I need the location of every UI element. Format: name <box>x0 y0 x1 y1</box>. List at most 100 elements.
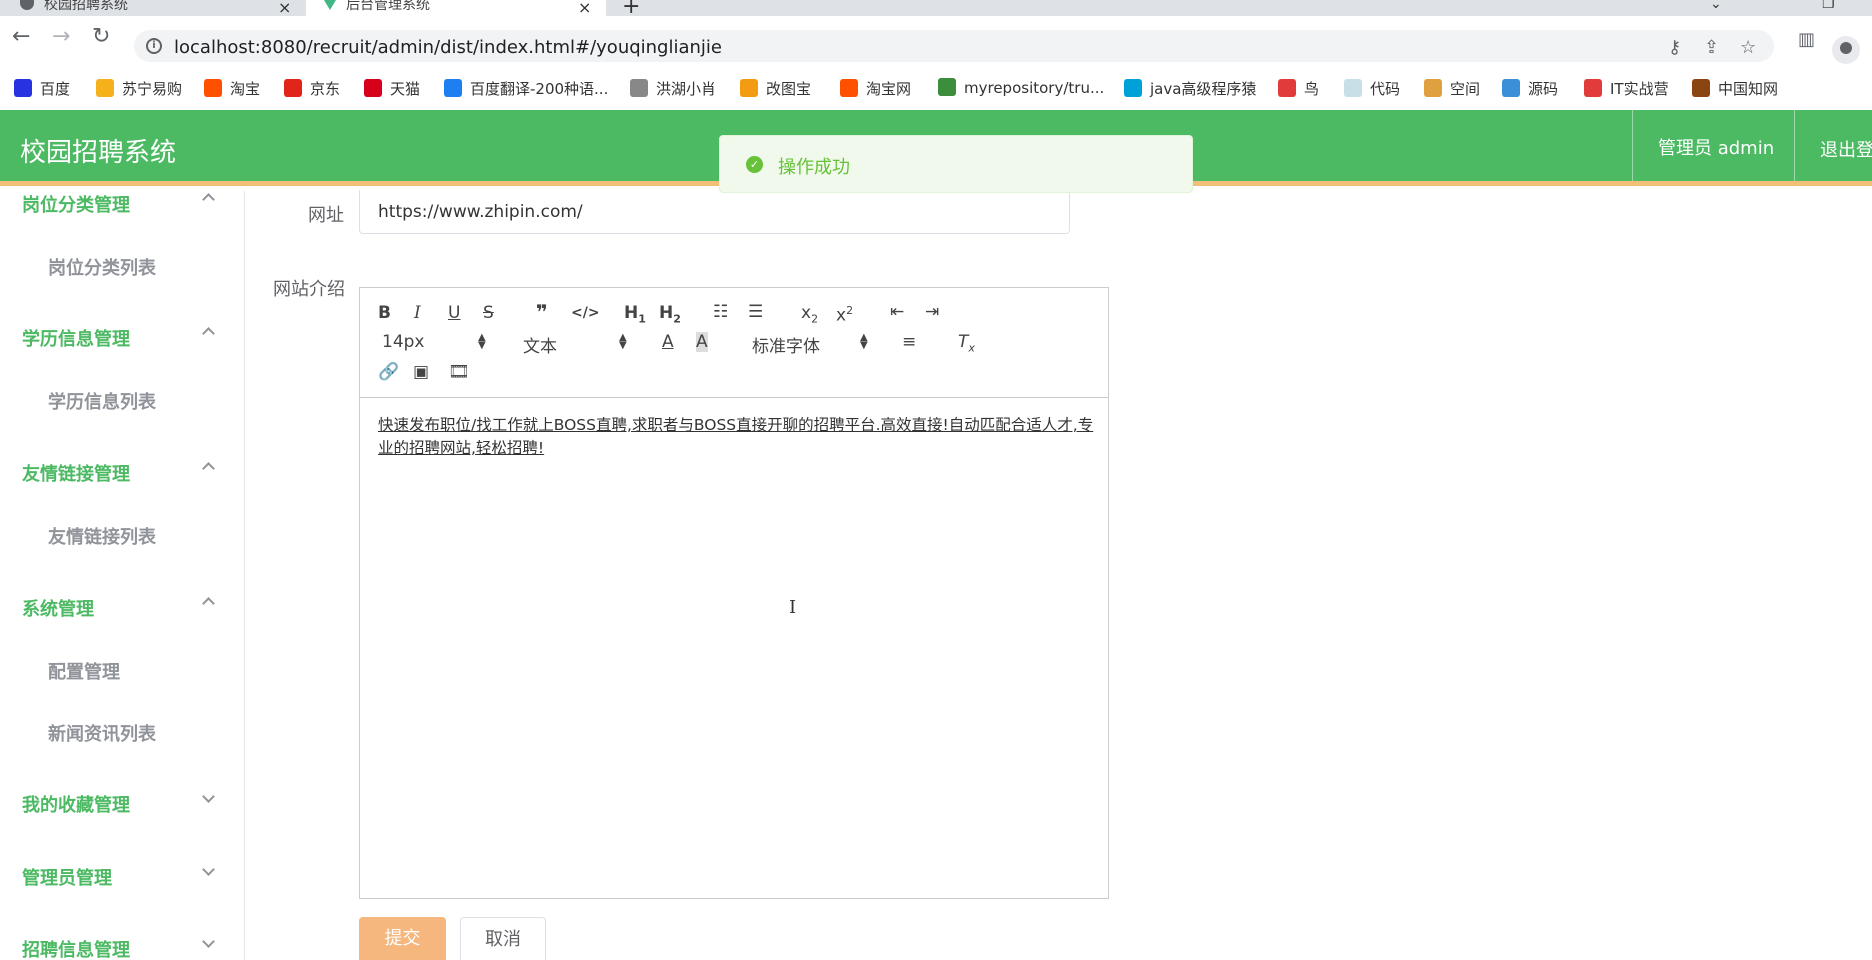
browser-tab-active[interactable]: 后台管理系统 <box>306 0 606 16</box>
code-block-icon[interactable]: </> <box>571 303 600 323</box>
bookmark-favicon-icon <box>1124 79 1142 97</box>
italic-icon[interactable]: I <box>414 303 421 323</box>
subscript-icon[interactable]: x2 <box>801 303 818 329</box>
chevron-up-icon[interactable] <box>202 193 215 206</box>
bookmark-label: 鸟 <box>1304 80 1320 98</box>
menu-item-config[interactable]: 配置管理 <box>48 658 120 684</box>
url-label: 网址 <box>308 205 344 226</box>
bookmark-item[interactable]: 代码 <box>1344 78 1400 99</box>
url-input[interactable]: https://www.zhipin.com/ <box>359 190 1070 234</box>
chevron-up-icon[interactable] <box>202 327 215 340</box>
indent-icon[interactable]: ⇥ <box>925 302 939 322</box>
bookmark-item[interactable]: 改图宝 <box>740 78 811 99</box>
select-arrows-icon: ▲ ▼ <box>478 332 486 351</box>
bookmark-label: 淘宝网 <box>866 80 912 98</box>
menu-group-friend-links[interactable]: 友情链接管理 <box>22 460 130 486</box>
reload-icon[interactable]: ↻ <box>92 26 110 48</box>
profile-avatar[interactable] <box>1832 36 1860 64</box>
font-color-icon[interactable]: A <box>662 332 674 352</box>
background-color-icon[interactable]: A <box>696 332 708 352</box>
bookmark-favicon-icon <box>364 79 382 97</box>
bookmark-item[interactable]: 苏宁易购 <box>96 78 182 99</box>
restore-window-icon[interactable]: ❐ <box>1822 0 1835 12</box>
bookmark-item[interactable]: java高级程序猿 <box>1124 78 1256 99</box>
chevron-down-icon[interactable] <box>202 935 215 948</box>
link-icon[interactable]: 🔗 <box>378 362 399 382</box>
heading1-icon[interactable]: H1 <box>624 303 646 329</box>
outdent-icon[interactable]: ⇤ <box>890 302 904 322</box>
font-family-select[interactable]: 标准字体 ▲ ▼ <box>752 332 872 358</box>
share-icon[interactable]: ⇪ <box>1704 37 1719 58</box>
bookmark-label: 中国知网 <box>1718 80 1779 98</box>
submit-button[interactable]: 提交 <box>359 917 446 960</box>
editor-content[interactable]: 快速发布职位/找工作就上BOSS直聘,求职者与BOSS直接开聊的招聘平台.高效直… <box>378 414 1094 460</box>
bookmark-item[interactable]: 京东 <box>284 78 340 99</box>
tab-search-icon[interactable]: ⌄ <box>1710 0 1722 12</box>
browser-tab[interactable]: 校园招聘系统 <box>20 0 300 16</box>
bookmark-item[interactable]: myrepository/tru... <box>938 78 1104 97</box>
cancel-button[interactable]: 取消 <box>460 917 546 960</box>
close-tab-icon[interactable]: × <box>278 0 291 17</box>
menu-item-news-list[interactable]: 新闻资讯列表 <box>48 720 156 746</box>
bookmark-item[interactable]: IT实战营 <box>1584 78 1669 99</box>
bookmark-item[interactable]: 空间 <box>1424 78 1480 99</box>
font-size-select[interactable]: 14px ▲ ▼ <box>382 332 492 352</box>
forward-icon[interactable]: → <box>52 26 70 48</box>
bullet-list-icon[interactable]: ☰ <box>748 302 763 322</box>
bookmark-item[interactable]: 源码 <box>1502 78 1558 99</box>
ordered-list-icon[interactable]: ☷ <box>713 302 728 322</box>
address-bar[interactable]: i localhost:8080/recruit/admin/dist/inde… <box>134 30 1774 62</box>
key-icon[interactable]: ⚷ <box>1668 37 1681 58</box>
blockquote-icon[interactable]: ❞ <box>536 302 548 322</box>
menu-group-education[interactable]: 学历信息管理 <box>22 325 130 351</box>
bookmark-item[interactable]: 淘宝网 <box>840 78 911 99</box>
url-text[interactable]: localhost:8080/recruit/admin/dist/index.… <box>174 37 722 58</box>
bookmark-item[interactable]: 中国知网 <box>1692 78 1778 99</box>
chevron-down-icon[interactable] <box>202 863 215 876</box>
image-icon[interactable]: ▣ <box>413 362 429 382</box>
site-info-icon[interactable]: i <box>146 38 162 54</box>
video-icon[interactable]: 🎞 <box>448 362 470 382</box>
menu-group-system[interactable]: 系统管理 <box>22 595 94 621</box>
chevron-up-icon[interactable] <box>202 462 215 475</box>
bold-icon[interactable]: B <box>378 303 391 323</box>
chevron-up-icon[interactable] <box>202 597 215 610</box>
bookmark-label: 洪湖小肖 <box>656 80 717 98</box>
menu-item-friend-link-list[interactable]: 友情链接列表 <box>48 523 156 549</box>
menu-group-recruitment[interactable]: 招聘信息管理 <box>22 936 130 960</box>
menu-item-education-list[interactable]: 学历信息列表 <box>48 388 156 414</box>
back-icon[interactable]: ← <box>12 26 30 48</box>
bookmark-label: 淘宝 <box>230 80 261 98</box>
bookmark-item[interactable]: 百度翻译-200种语... <box>444 78 608 99</box>
bookmark-favicon-icon <box>1424 79 1442 97</box>
clear-format-icon[interactable]: Tx <box>958 332 975 358</box>
select-arrows-icon: ▲ ▼ <box>619 332 627 351</box>
tab-title: 后台管理系统 <box>346 0 430 13</box>
bookmark-item[interactable]: 淘宝 <box>204 78 260 99</box>
menu-group-job-category[interactable]: 岗位分类管理 <box>22 191 130 217</box>
block-type-select[interactable]: 文本 ▲ ▼ <box>523 332 633 358</box>
close-tab-icon[interactable]: × <box>578 0 591 17</box>
bookmark-item[interactable]: 鸟 <box>1278 78 1319 99</box>
logout-button[interactable]: 退出登 <box>1820 136 1872 162</box>
tab-title: 校园招聘系统 <box>44 0 128 13</box>
side-panel-icon[interactable]: ▥ <box>1798 29 1815 51</box>
star-icon[interactable]: ☆ <box>1740 37 1756 58</box>
align-icon[interactable]: ≡ <box>902 332 916 352</box>
bookmark-label: 百度 <box>40 80 71 98</box>
strikethrough-icon[interactable]: S <box>483 303 494 323</box>
bookmark-item[interactable]: 天猫 <box>364 78 420 99</box>
underline-icon[interactable]: U <box>448 303 460 323</box>
chevron-down-icon[interactable] <box>202 790 215 803</box>
menu-item-job-category-list[interactable]: 岗位分类列表 <box>48 254 156 280</box>
bookmark-favicon-icon <box>204 79 222 97</box>
rich-text-editor: B I U S ❞ </> H1 H2 ☷ ☰ x2 x2 ⇤ ⇥ 14px ▲… <box>359 287 1109 899</box>
menu-group-admins[interactable]: 管理员管理 <box>22 864 112 890</box>
toast-message: 操作成功 <box>778 157 850 178</box>
menu-group-favorites[interactable]: 我的收藏管理 <box>22 791 130 817</box>
bookmark-item[interactable]: 百度 <box>14 78 70 99</box>
heading2-icon[interactable]: H2 <box>659 303 681 329</box>
bookmark-item[interactable]: 洪湖小肖 <box>630 78 716 99</box>
bookmark-favicon-icon <box>1278 79 1296 97</box>
superscript-icon[interactable]: x2 <box>836 301 853 326</box>
